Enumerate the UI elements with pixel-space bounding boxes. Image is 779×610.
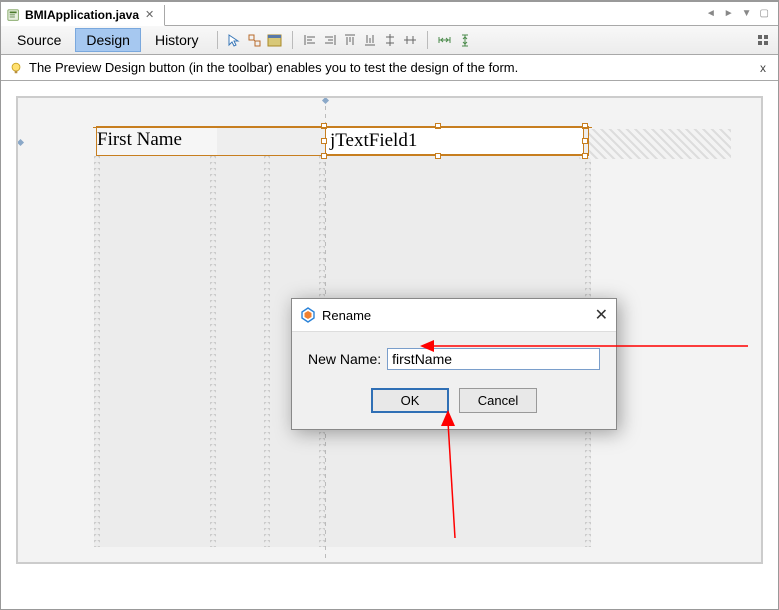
tab-design[interactable]: Design <box>75 28 141 52</box>
resize-h-icon[interactable] <box>436 31 454 49</box>
align-right-icon[interactable] <box>321 31 339 49</box>
new-name-input[interactable] <box>387 348 600 370</box>
lightbulb-icon <box>9 61 23 75</box>
scroll-right-icon[interactable]: ► <box>721 8 737 19</box>
file-tab-bmiapplication[interactable]: BMIApplication.java ✕ <box>1 5 165 26</box>
label-first-name[interactable]: First Name <box>97 127 217 155</box>
dialog-title-text: Rename <box>322 308 371 323</box>
preview-design-icon[interactable] <box>266 31 284 49</box>
maximize-icon[interactable]: ▢ <box>757 8 772 19</box>
netbeans-icon <box>300 307 316 323</box>
separator <box>292 31 293 49</box>
textfield-selected[interactable]: jTextField1 <box>325 127 584 155</box>
cancel-button[interactable]: Cancel <box>459 388 537 413</box>
toolbar-options-icon[interactable] <box>754 31 772 49</box>
align-left-icon[interactable] <box>301 31 319 49</box>
tab-source[interactable]: Source <box>7 29 71 51</box>
new-name-label: New Name: <box>308 351 381 367</box>
info-bar: The Preview Design button (in the toolba… <box>1 55 778 81</box>
center-h-icon[interactable] <box>381 31 399 49</box>
separator <box>427 31 428 49</box>
close-tab-icon[interactable]: ✕ <box>143 8 156 21</box>
align-top-icon[interactable] <box>341 31 359 49</box>
editor-toolbar: Source Design History <box>1 26 778 55</box>
align-bottom-icon[interactable] <box>361 31 379 49</box>
design-area: First Name jTextField1 Rename ✕ <box>1 81 778 579</box>
info-message: The Preview Design button (in the toolba… <box>29 60 518 75</box>
resize-v-icon[interactable] <box>456 31 474 49</box>
form-row-selected[interactable]: First Name jTextField1 <box>96 126 589 156</box>
info-close-icon[interactable]: x <box>756 61 770 75</box>
connection-mode-icon[interactable] <box>246 31 264 49</box>
file-tab-bar: BMIApplication.java ✕ ◄ ► ▼ ▢ <box>1 1 778 26</box>
dialog-titlebar[interactable]: Rename ✕ <box>292 299 616 332</box>
dialog-close-icon[interactable]: ✕ <box>595 305 608 325</box>
tab-history[interactable]: History <box>145 29 209 51</box>
file-tab-name: BMIApplication.java <box>25 8 139 22</box>
center-v-icon[interactable] <box>401 31 419 49</box>
tab-dropdown-icon[interactable]: ▼ <box>739 8 755 19</box>
form-canvas[interactable]: First Name jTextField1 Rename ✕ <box>16 96 763 564</box>
ok-button[interactable]: OK <box>371 388 449 413</box>
separator <box>217 31 218 49</box>
selection-mode-icon[interactable] <box>226 31 244 49</box>
java-file-icon <box>7 8 21 22</box>
rename-dialog: Rename ✕ New Name: OK Cancel <box>291 298 617 430</box>
scroll-left-icon[interactable]: ◄ <box>703 8 719 19</box>
